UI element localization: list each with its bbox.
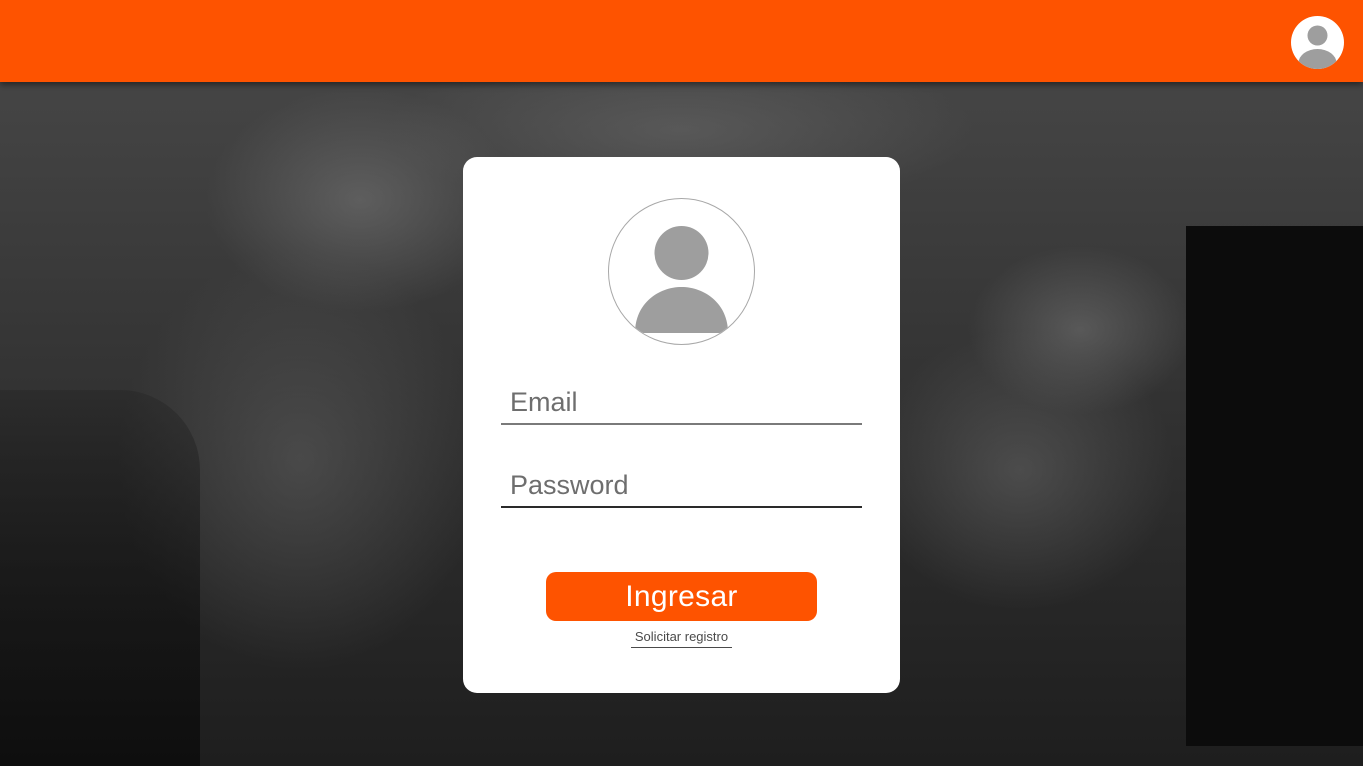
login-avatar [608, 198, 755, 345]
login-page: Ingresar Solicitar registro [0, 0, 1363, 766]
background-sofa-shadow [0, 390, 200, 766]
request-registration-link[interactable]: Solicitar registro [631, 629, 732, 648]
login-button[interactable]: Ingresar [546, 572, 817, 621]
profile-avatar-button[interactable] [1291, 16, 1344, 69]
user-avatar-icon [635, 226, 728, 333]
login-card: Ingresar Solicitar registro [463, 157, 900, 693]
email-field[interactable] [501, 381, 862, 425]
user-avatar-icon [1298, 25, 1337, 69]
top-bar [0, 0, 1363, 82]
password-field[interactable] [501, 464, 862, 508]
background-tv-panel [1186, 226, 1363, 746]
